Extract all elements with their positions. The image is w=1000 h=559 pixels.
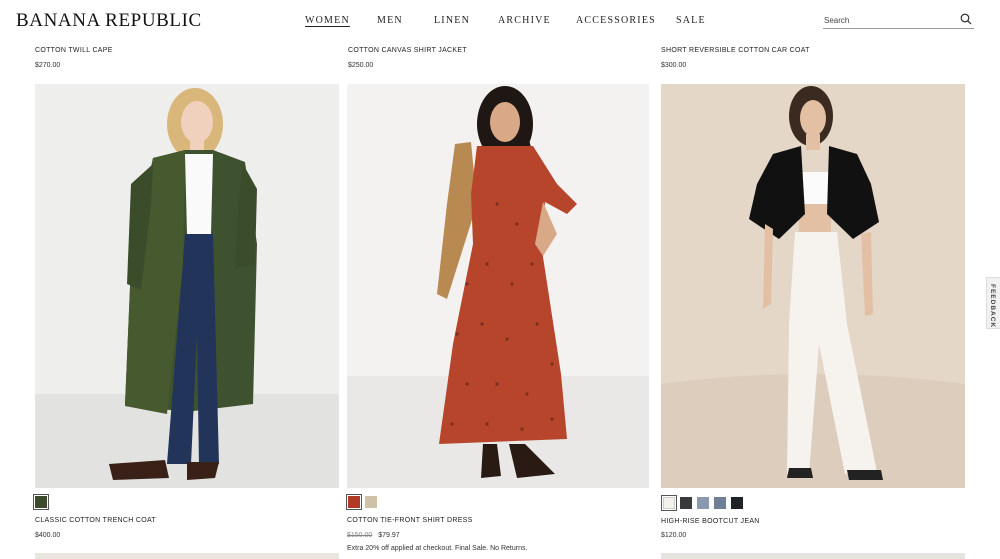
search-icon[interactable] (960, 13, 972, 25)
product-image-bootcut-jean[interactable] (661, 84, 965, 488)
site-header: BANANA REPUBLIC WOMEN MEN LINEN ARCHIVE … (0, 0, 1000, 42)
color-swatches (33, 494, 49, 510)
nav-archive[interactable]: ARCHIVE (498, 15, 551, 26)
color-swatch[interactable] (346, 494, 362, 510)
product-price-group: $150.00 $79.97 (347, 532, 400, 539)
next-row-image (661, 553, 965, 559)
nav-women[interactable]: WOMEN (305, 15, 350, 26)
product-title[interactable]: COTTON TIE-FRONT SHIRT DRESS (347, 517, 473, 524)
color-swatches (346, 494, 377, 510)
product-price: $120.00 (661, 532, 687, 539)
color-swatch[interactable] (714, 497, 726, 509)
nav-accessories[interactable]: ACCESSORIES (576, 15, 656, 26)
product-price: $400.00 (35, 532, 61, 539)
product-image-trench-coat[interactable] (35, 84, 339, 488)
feedback-tab[interactable]: FEEDBACK (986, 277, 1000, 329)
color-swatch[interactable] (680, 497, 692, 509)
search-input[interactable] (824, 13, 954, 27)
original-price: $150.00 (347, 532, 373, 539)
product-price: $270.00 (35, 62, 61, 69)
product-title[interactable]: CLASSIC COTTON TRENCH COAT (35, 517, 156, 524)
product-image-shirt-dress[interactable] (347, 84, 649, 488)
product-title[interactable]: HIGH-RISE BOOTCUT JEAN (661, 518, 760, 525)
nav-linen[interactable]: LINEN (434, 15, 470, 26)
brand-logo[interactable]: BANANA REPUBLIC (16, 10, 202, 32)
color-swatches (661, 495, 743, 511)
product-price: $250.00 (348, 62, 374, 69)
product-title[interactable]: COTTON TWILL CAPE (35, 47, 113, 54)
color-swatch[interactable] (365, 496, 377, 508)
product-price: $300.00 (661, 62, 687, 69)
color-swatch[interactable] (697, 497, 709, 509)
feedback-label: FEEDBACK (989, 284, 996, 329)
next-row-image (35, 553, 339, 559)
sale-price: $79.97 (378, 532, 400, 539)
nav-men[interactable]: MEN (377, 15, 403, 26)
promo-message: Extra 20% off applied at checkout. Final… (347, 545, 528, 552)
color-swatch[interactable] (33, 494, 49, 510)
color-swatch[interactable] (731, 497, 743, 509)
product-title[interactable]: COTTON CANVAS SHIRT JACKET (348, 47, 467, 54)
color-swatch[interactable] (661, 495, 677, 511)
product-title[interactable]: SHORT REVERSIBLE COTTON CAR COAT (661, 47, 810, 54)
search-box (823, 11, 974, 29)
nav-sale[interactable]: SALE (676, 15, 706, 26)
